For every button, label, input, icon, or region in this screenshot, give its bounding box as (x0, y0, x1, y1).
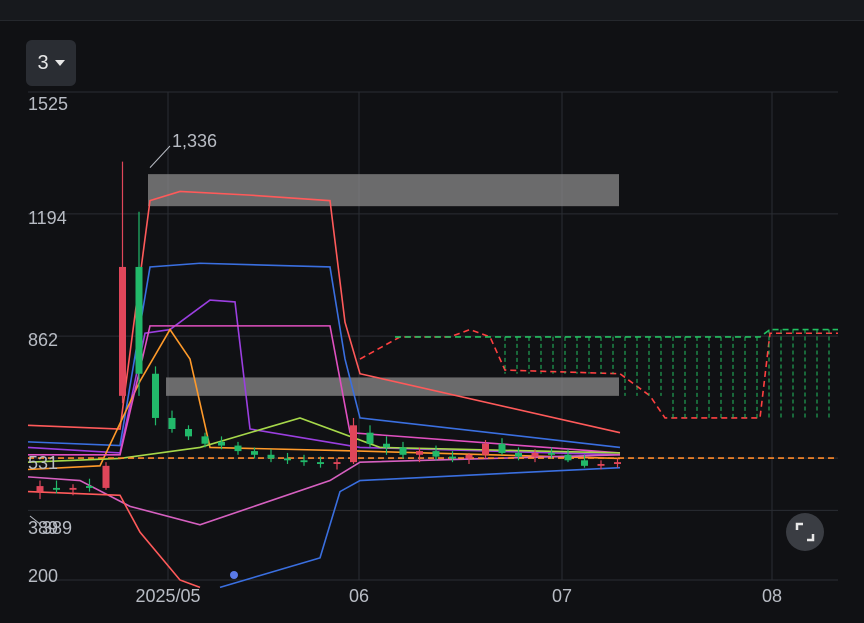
candle-body (597, 463, 605, 466)
candle-body (564, 454, 572, 461)
fullscreen-icon (795, 522, 815, 542)
candle-body (531, 452, 539, 457)
candle-body (498, 443, 506, 453)
candle-body (399, 447, 407, 455)
candle-body (383, 443, 390, 448)
candle-body (581, 460, 588, 466)
candle-body (548, 452, 555, 455)
candle-body (333, 462, 341, 464)
lower-blue-line (219, 466, 621, 589)
candle-body (416, 451, 423, 455)
x-tick-label: 2025/05 (135, 586, 200, 606)
fullscreen-button[interactable] (786, 513, 824, 551)
candle-body (168, 417, 176, 429)
candle-body (515, 452, 522, 457)
y-tick-label: 1194 (28, 208, 67, 228)
candle-body (465, 454, 473, 459)
lower-pink-line (27, 453, 621, 526)
high-price-label: 1,336 (172, 131, 217, 151)
candle-body (218, 441, 225, 446)
candle-body (86, 486, 93, 488)
zones-layer (148, 174, 619, 396)
x-tick-label: 07 (552, 586, 572, 606)
y-tick-label: 1525 (28, 94, 68, 114)
candle-body (614, 462, 621, 464)
candle-body (449, 456, 456, 459)
candle-body (432, 451, 440, 457)
candle-body (135, 266, 143, 374)
support-zone (166, 377, 619, 396)
candle-body (152, 373, 159, 418)
candle-body (300, 460, 308, 463)
high-callout-line (149, 145, 171, 168)
candle-body (284, 458, 291, 461)
candle-body (251, 451, 258, 455)
y-tick-label: 200 (28, 566, 58, 586)
candle-body (366, 432, 374, 444)
candle-body (102, 465, 110, 488)
candle-body (482, 443, 489, 455)
event-marker-dot (230, 571, 238, 579)
candle-body (350, 425, 357, 463)
orange-line (27, 328, 621, 471)
price-chart[interactable]: 152511948625313892002025/05 06 07 081,33638… (0, 0, 864, 623)
candle-body (119, 266, 126, 396)
cloud-upper-line (359, 328, 838, 419)
candle-body (53, 487, 60, 490)
mid-band-line (27, 262, 621, 449)
y-tick-label: 862 (28, 330, 58, 350)
candle-body (201, 436, 209, 444)
candle-body (185, 428, 192, 437)
x-tick-label: 06 (349, 586, 369, 606)
y-tick-label: 531 (28, 453, 58, 473)
chart-grid (28, 91, 838, 581)
candle-body (36, 486, 44, 492)
candle-body (267, 454, 275, 459)
x-tick-label: 08 (762, 586, 782, 606)
candle-body (234, 445, 242, 452)
upper-band-line (27, 190, 621, 434)
resistance-zone (148, 174, 619, 207)
low-price-label: 389 (42, 518, 72, 538)
candle-body (317, 462, 324, 464)
candles-layer (36, 161, 621, 499)
candle-body (69, 487, 77, 490)
